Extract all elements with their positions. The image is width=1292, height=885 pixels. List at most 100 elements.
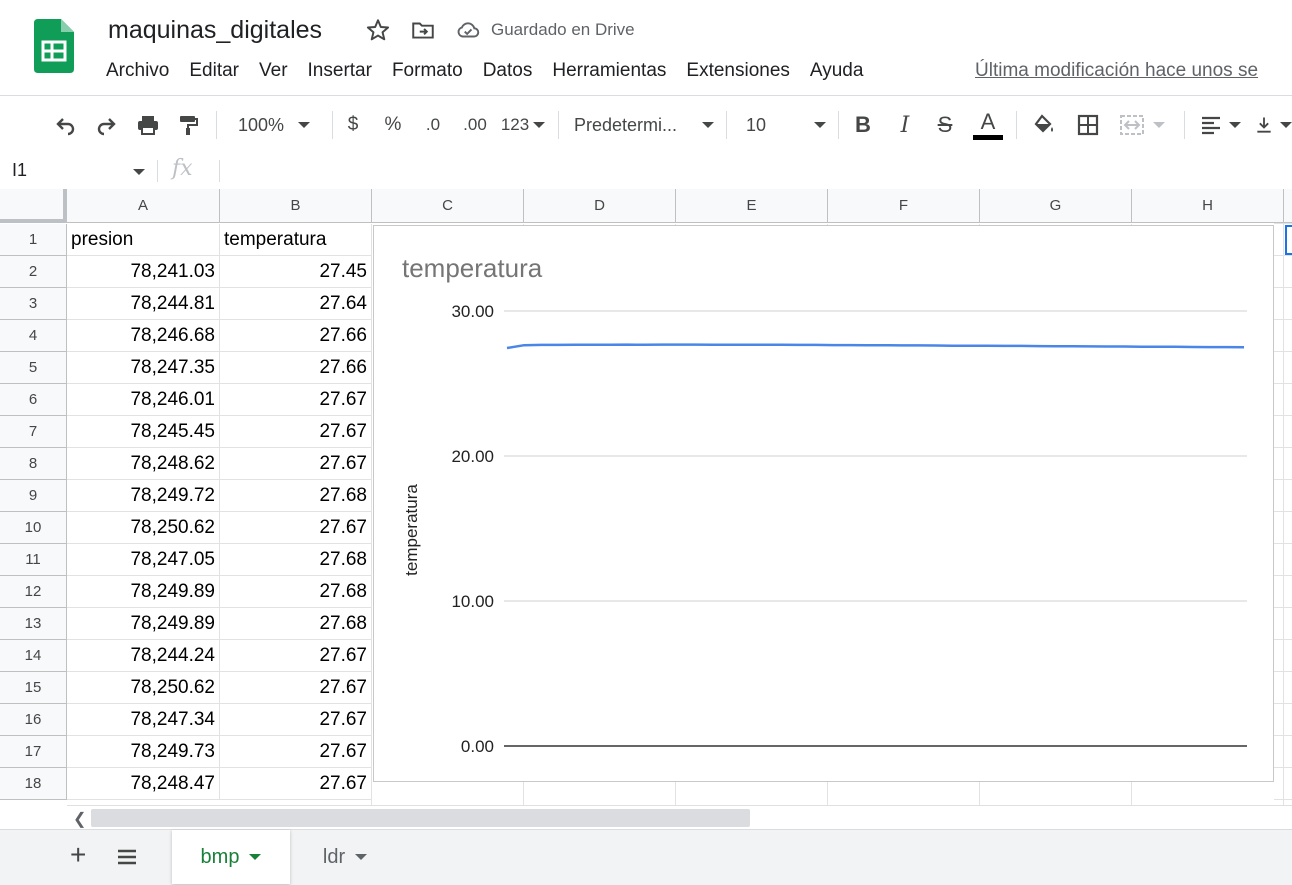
menu-editar[interactable]: Editar xyxy=(179,58,249,84)
column-header-f[interactable]: F xyxy=(828,189,980,223)
cell-presion[interactable]: 78,250.62 xyxy=(67,672,220,704)
row-header[interactable]: 18 xyxy=(0,768,67,800)
cell-temperatura[interactable]: 27.67 xyxy=(220,416,372,448)
cell-presion[interactable]: 78,245.45 xyxy=(67,416,220,448)
chevron-down-icon[interactable] xyxy=(355,854,368,860)
cell-temperatura[interactable]: 27.64 xyxy=(220,288,372,320)
menu-ayuda[interactable]: Ayuda xyxy=(800,58,874,84)
vertical-align-button[interactable] xyxy=(1254,96,1292,154)
scroll-left-icon[interactable]: ❮ xyxy=(73,809,86,829)
cell-temperatura[interactable]: 27.67 xyxy=(220,704,372,736)
column-header-d[interactable]: D xyxy=(524,189,676,223)
cell-temperatura[interactable]: 27.67 xyxy=(220,768,372,800)
row-header[interactable]: 13 xyxy=(0,608,67,640)
print-icon[interactable] xyxy=(132,96,164,154)
decrease-decimals-button[interactable]: .0 xyxy=(416,96,450,154)
menu-extensiones[interactable]: Extensiones xyxy=(676,58,800,84)
font-size-select[interactable]: 10 xyxy=(740,96,830,154)
redo-icon[interactable] xyxy=(90,96,122,154)
cell-presion[interactable]: 78,247.35 xyxy=(67,352,220,384)
series-line-temperatura[interactable] xyxy=(506,343,1245,350)
row-header[interactable]: 3 xyxy=(0,288,67,320)
cloud-saved-icon[interactable] xyxy=(455,17,481,43)
cell-presion[interactable]: 78,248.47 xyxy=(67,768,220,800)
more-formats-button[interactable]: 123 xyxy=(498,96,548,154)
line-chart[interactable]: temperatura temperatura 0.00 10.00 20.00 30… xyxy=(373,225,1274,782)
cell-presion[interactable]: 78,246.68 xyxy=(67,320,220,352)
row-header[interactable]: 2 xyxy=(0,256,67,288)
cell-temperatura[interactable]: 27.68 xyxy=(220,576,372,608)
sheet-tab-bmp[interactable]: bmp xyxy=(172,830,290,884)
menu-formato[interactable]: Formato xyxy=(382,58,473,84)
cell-presion[interactable]: 78,249.73 xyxy=(67,736,220,768)
cell-presion[interactable]: 78,248.62 xyxy=(67,448,220,480)
cell-presion[interactable]: 78,244.24 xyxy=(67,640,220,672)
select-all-corner[interactable] xyxy=(0,189,67,223)
cell-temperatura[interactable]: 27.67 xyxy=(220,384,372,416)
cell-temperatura[interactable]: 27.67 xyxy=(220,672,372,704)
increase-decimals-button[interactable]: .00 xyxy=(456,96,494,154)
cell-temperatura[interactable]: 27.68 xyxy=(220,608,372,640)
row-header[interactable]: 15 xyxy=(0,672,67,704)
menu-ver[interactable]: Ver xyxy=(249,58,298,84)
star-icon[interactable] xyxy=(365,17,391,43)
cell-presion[interactable]: 78,241.03 xyxy=(67,256,220,288)
row-header[interactable]: 17 xyxy=(0,736,67,768)
percent-format-button[interactable]: % xyxy=(380,96,406,154)
zoom-select[interactable]: 100% xyxy=(228,96,320,154)
cell-temperatura[interactable]: 27.67 xyxy=(220,448,372,480)
horizontal-align-button[interactable] xyxy=(1196,96,1244,154)
document-title[interactable]: maquinas_digitales xyxy=(108,16,322,45)
menu-archivo[interactable]: Archivo xyxy=(96,58,179,84)
last-edit-link[interactable]: Última modificación hace unos se xyxy=(975,58,1258,84)
cell-presion[interactable]: 78,247.34 xyxy=(67,704,220,736)
menu-herramientas[interactable]: Herramientas xyxy=(542,58,676,84)
menu-datos[interactable]: Datos xyxy=(473,58,543,84)
cell-temperatura[interactable]: 27.66 xyxy=(220,320,372,352)
scroll-thumb[interactable] xyxy=(91,809,750,827)
cell-presion[interactable]: 78,249.72 xyxy=(67,480,220,512)
cell-temperatura[interactable]: 27.68 xyxy=(220,544,372,576)
menu-insertar[interactable]: Insertar xyxy=(298,58,382,84)
font-family-select[interactable]: Predetermi... xyxy=(570,96,718,154)
bold-button[interactable]: B xyxy=(848,96,878,154)
cell-temperatura[interactable]: 27.68 xyxy=(220,480,372,512)
paint-format-icon[interactable] xyxy=(172,96,204,154)
name-box[interactable]: I1 xyxy=(12,160,27,181)
fill-color-icon[interactable] xyxy=(1028,96,1060,154)
cell-temperatura[interactable]: 27.67 xyxy=(220,640,372,672)
header-cell-temperatura[interactable]: temperatura xyxy=(220,224,372,256)
sheets-logo-icon[interactable] xyxy=(34,19,74,73)
column-header-e[interactable]: E xyxy=(676,189,828,223)
horizontal-scrollbar[interactable]: ❮ xyxy=(67,805,1292,830)
undo-icon[interactable] xyxy=(50,96,82,154)
borders-icon[interactable] xyxy=(1072,96,1104,154)
selected-cell-i1[interactable] xyxy=(1285,225,1292,255)
row-header[interactable]: 6 xyxy=(0,384,67,416)
cell-presion[interactable]: 78,244.81 xyxy=(67,288,220,320)
chevron-down-icon[interactable] xyxy=(249,854,262,860)
cell-presion[interactable]: 78,249.89 xyxy=(67,576,220,608)
column-header-b[interactable]: B xyxy=(220,189,372,223)
all-sheets-icon[interactable] xyxy=(116,846,138,873)
strikethrough-button[interactable]: S xyxy=(930,96,960,154)
currency-format-button[interactable]: $ xyxy=(340,96,366,154)
column-header-h[interactable]: H xyxy=(1132,189,1284,223)
chevron-down-icon[interactable] xyxy=(133,169,145,175)
cell-presion[interactable]: 78,246.01 xyxy=(67,384,220,416)
row-header[interactable]: 12 xyxy=(0,576,67,608)
cell-presion[interactable]: 78,249.89 xyxy=(67,608,220,640)
text-color-button[interactable]: A xyxy=(970,96,1006,154)
italic-button[interactable]: I xyxy=(890,96,920,154)
row-header[interactable]: 7 xyxy=(0,416,67,448)
header-cell-presion[interactable]: presion xyxy=(67,224,220,256)
row-header[interactable]: 9 xyxy=(0,480,67,512)
cell-temperatura[interactable]: 27.45 xyxy=(220,256,372,288)
row-header[interactable]: 11 xyxy=(0,544,67,576)
row-header[interactable]: 4 xyxy=(0,320,67,352)
add-sheet-icon[interactable]: + xyxy=(70,839,86,871)
cell-temperatura[interactable]: 27.66 xyxy=(220,352,372,384)
merge-cells-button[interactable] xyxy=(1114,96,1170,154)
cell-temperatura[interactable]: 27.67 xyxy=(220,736,372,768)
column-header-i[interactable] xyxy=(1284,189,1292,223)
